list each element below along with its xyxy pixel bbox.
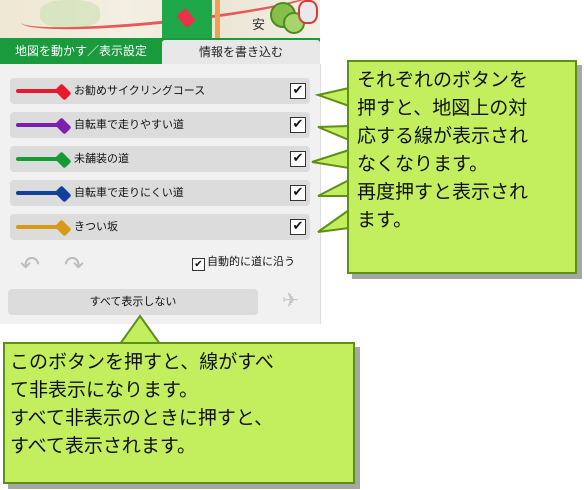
callout-line: すべて非表示のときに押すと、 — [10, 407, 274, 429]
callout-hide-all: このボタンを押すと、線がすべ て非表示になります。 すべて非表示のときに押すと、… — [3, 342, 355, 484]
callout-line: 応する線が表示され — [357, 125, 529, 147]
callout-line: それぞれのボタンを — [357, 69, 529, 91]
callout-toggle-lines: それぞれのボタンを 押すと、地図上の対 応する線が表示され なくなります。 再度… — [347, 60, 577, 274]
callout-line: このボタンを押すと、線がすべ — [10, 351, 274, 373]
callout-line: て非表示になります。 — [10, 379, 199, 401]
callout-line: ます。 — [357, 209, 413, 231]
callout-line: 押すと、地図上の対 — [357, 97, 528, 119]
callout-line: なくなります。 — [357, 153, 489, 175]
callout-line: すべて表示されます。 — [10, 435, 197, 457]
callout-line: 再度押すと表示され — [357, 181, 529, 203]
